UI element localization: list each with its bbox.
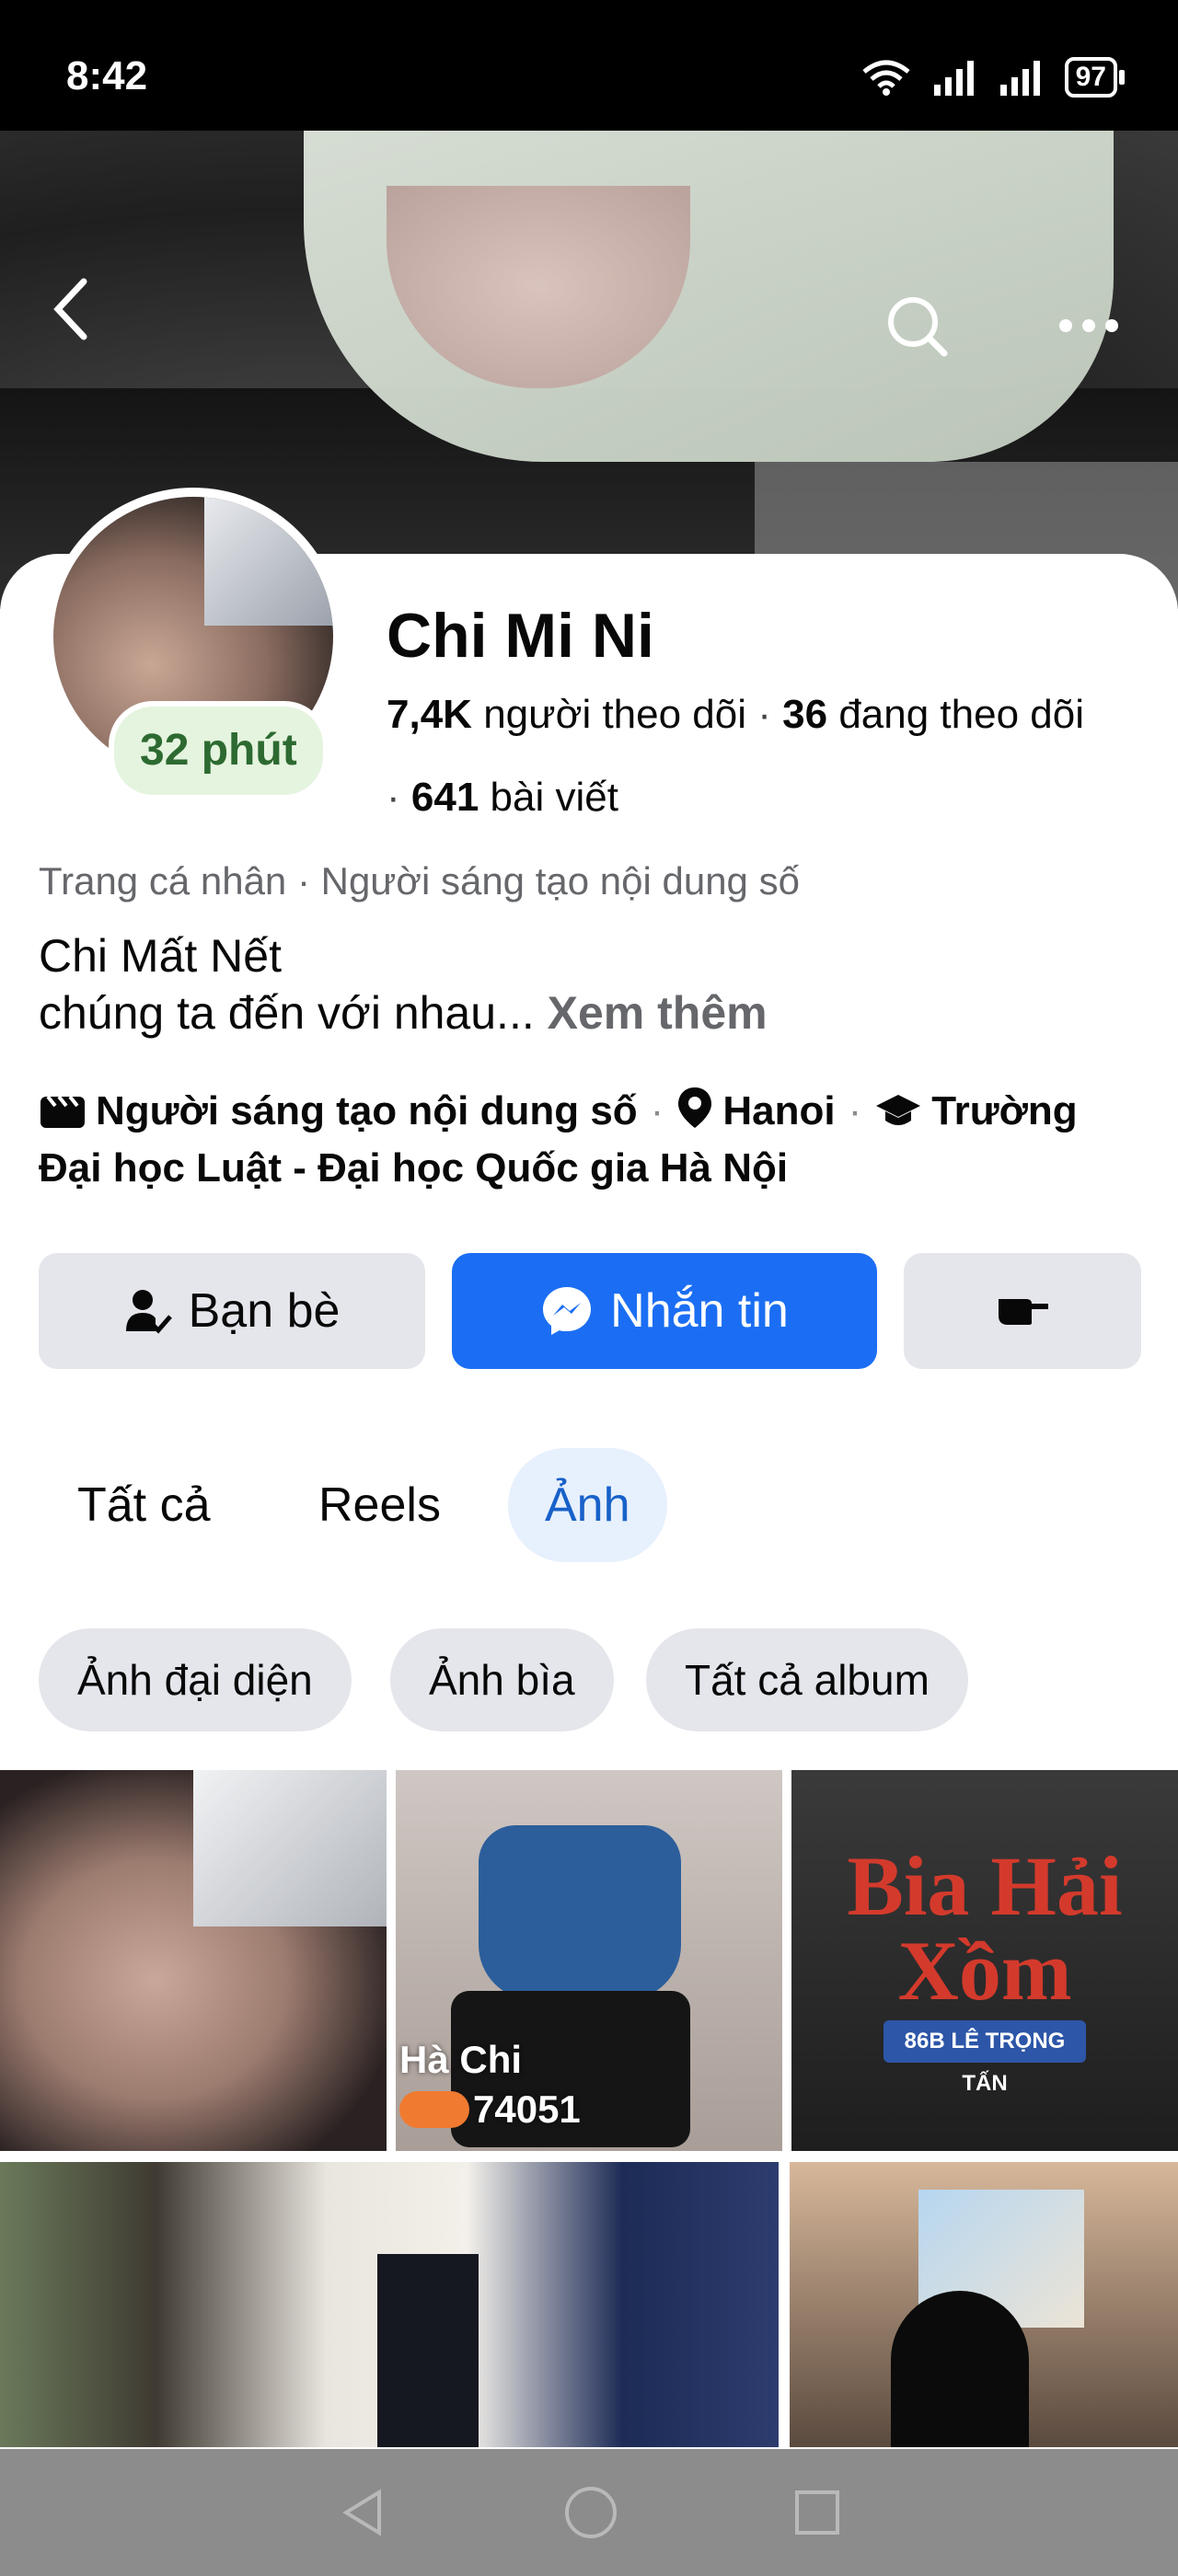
signal-icon bbox=[933, 61, 974, 96]
photo-sign-text: Bia Hải Xồm bbox=[847, 1839, 1123, 2018]
posts-count: 641 bbox=[410, 775, 479, 820]
profile-name: Chi Mi Ni bbox=[387, 601, 654, 671]
profile-bio: Chi Mất Nết chúng ta đến với nhau... Xem… bbox=[39, 927, 768, 1041]
chip-profile-pictures[interactable]: Ảnh đại diện bbox=[39, 1628, 352, 1731]
nav-back-icon[interactable] bbox=[337, 2487, 388, 2538]
friend-check-icon bbox=[124, 1287, 172, 1335]
chip-all-albums[interactable]: Tất cả album bbox=[646, 1628, 968, 1731]
status-time: 8:42 bbox=[66, 53, 148, 98]
system-nav-bar bbox=[0, 2449, 1178, 2576]
poke-button[interactable] bbox=[904, 1253, 1141, 1369]
tab-photos[interactable]: Ảnh bbox=[508, 1448, 667, 1562]
detail-role: Người sáng tạo nội dung số bbox=[96, 1088, 638, 1133]
bio-line-1: Chi Mất Nết bbox=[39, 930, 282, 982]
posts-stats: · 641 bài viết bbox=[387, 775, 618, 820]
back-icon bbox=[53, 278, 87, 340]
clapperboard-icon bbox=[39, 1091, 87, 1143]
photo-caption-number: 74051 bbox=[473, 2087, 581, 2131]
following-count[interactable]: 36 bbox=[782, 692, 827, 737]
more-icon bbox=[1059, 319, 1118, 332]
see-more-link[interactable]: Xem thêm bbox=[548, 987, 768, 1039]
tab-all[interactable]: Tất cả bbox=[40, 1448, 248, 1562]
graduation-cap-icon bbox=[874, 1091, 922, 1143]
detail-location: Hanoi bbox=[722, 1088, 836, 1133]
photo-thumbnail[interactable]: Bia Hải Xồm 86B LÊ TRỌNG TẤN bbox=[791, 1770, 1178, 2151]
bio-line-2: chúng ta đến với nhau... bbox=[39, 987, 535, 1039]
friends-button[interactable]: Bạn bè bbox=[39, 1253, 425, 1369]
messenger-icon bbox=[540, 1284, 594, 1338]
nav-recents-icon[interactable] bbox=[793, 2489, 841, 2536]
story-time-badge[interactable]: 32 phút bbox=[109, 701, 329, 800]
following-label[interactable]: đang theo dõi bbox=[838, 692, 1084, 737]
status-icons: 97 bbox=[860, 57, 1126, 98]
back-button[interactable] bbox=[51, 276, 91, 357]
signal-icon-2 bbox=[999, 61, 1040, 96]
profile-category: Trang cá nhân · Người sáng tạo nội dung … bbox=[39, 859, 800, 903]
search-button[interactable] bbox=[885, 294, 948, 357]
follow-stats: 7,4K người theo dõi · 36 đang theo dõi bbox=[387, 692, 1085, 737]
followers-count[interactable]: 7,4K bbox=[387, 692, 472, 737]
chip-cover-photos[interactable]: Ảnh bìa bbox=[390, 1628, 614, 1731]
tab-reels[interactable]: Reels bbox=[282, 1448, 478, 1562]
photo-thumbnail[interactable] bbox=[0, 1770, 387, 2151]
photo-caption: Hà Chi 74051 bbox=[399, 2035, 581, 2134]
profile-details: Người sáng tạo nội dung số · Hanoi · Trường … bbox=[39, 1086, 1143, 1194]
nav-home-icon[interactable] bbox=[563, 2485, 618, 2540]
message-button-label: Nhắn tin bbox=[610, 1284, 789, 1338]
posts-label: bài viết bbox=[490, 775, 618, 820]
search-icon bbox=[888, 297, 948, 357]
photo-caption-name: Hà Chi bbox=[399, 2038, 523, 2081]
more-options-button[interactable] bbox=[1057, 311, 1121, 342]
message-button[interactable]: Nhắn tin bbox=[452, 1253, 877, 1369]
photo-thumbnail[interactable]: Hà Chi 74051 bbox=[396, 1770, 782, 2151]
redaction-blur bbox=[399, 2091, 469, 2128]
followers-label[interactable]: người theo dõi bbox=[483, 692, 746, 737]
location-pin-icon bbox=[676, 1086, 713, 1143]
wifi-icon bbox=[862, 60, 910, 96]
photo-thumbnail[interactable] bbox=[0, 2162, 779, 2447]
status-bar: 8:42 97 bbox=[0, 0, 1178, 131]
photo-plate-text: 86B LÊ TRỌNG TẤN bbox=[884, 2020, 1086, 2096]
friends-button-label: Bạn bè bbox=[188, 1284, 341, 1338]
battery-indicator: 97 bbox=[1064, 57, 1126, 98]
poke-hand-icon bbox=[995, 1283, 1050, 1339]
photo-thumbnail[interactable] bbox=[790, 2162, 1178, 2447]
